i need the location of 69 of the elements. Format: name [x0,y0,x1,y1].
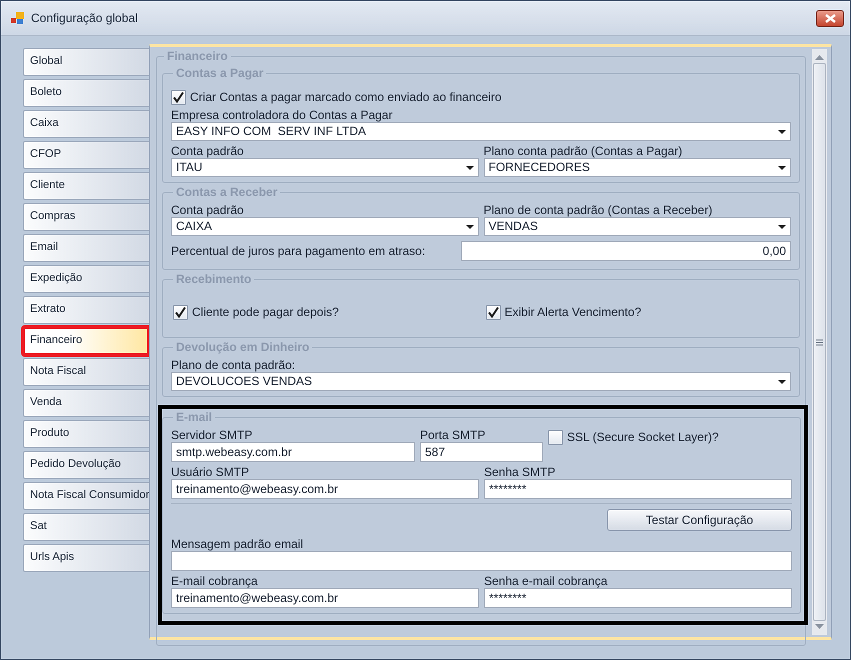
test-button[interactable]: Testar Configuração [607,509,792,531]
caret-icon [466,166,474,170]
window-title: Configuração global [31,10,138,26]
checkbox[interactable] [171,90,186,105]
sidebar-tab[interactable]: Expedição [23,265,149,293]
dropdown-field[interactable]: VENDAS [484,217,791,236]
checkbox-label: Cliente pode pagar depois? [192,305,339,320]
input-field[interactable]: 587 [420,442,543,462]
sidebar-tab[interactable]: Boleto [23,79,149,107]
scroll-up-icon[interactable] [815,54,824,60]
scroll-thumb[interactable] [813,63,826,621]
close-button[interactable] [816,10,844,26]
input-field[interactable]: ******** [484,588,792,608]
close-icon [824,14,836,22]
caret-icon [778,130,786,134]
field-label: Plano de conta padrão: [171,358,296,372]
sidebar-tab[interactable]: Urls Apis [23,544,149,572]
input-field[interactable]: treinamento@webeasy.com.br [171,588,479,608]
checkbox-label: Exibir Alerta Vencimento? [504,305,642,320]
dropdown-field[interactable]: CAIXA [171,217,478,236]
sidebar-tab[interactable]: Nota Fiscal [23,358,149,386]
field-label: Plano conta padrão (Contas a Pagar) [484,144,682,158]
sidebar-tab[interactable]: Cliente [23,172,149,200]
sidebar-tab[interactable]: Financeiro [23,327,149,355]
field-label: Mensagem padrão email [171,537,304,551]
checkbox-label: SSL (Secure Socket Layer)? [567,430,719,445]
input-field[interactable]: smtp.webeasy.com.br [171,442,415,462]
caret-icon [466,224,474,228]
caret-icon [778,224,786,228]
input-field[interactable]: 0,00 [461,241,791,261]
grip-icon [816,338,823,346]
caret-icon [778,380,786,384]
dropdown-field[interactable]: DEVOLUCOES VENDAS [171,372,791,391]
input-field[interactable] [171,551,792,571]
sidebar-tab[interactable]: Sat [23,513,149,541]
field-label: Conta padrão [171,144,244,158]
field-label: Conta padrão [171,203,244,217]
scroll-down-icon[interactable] [815,624,824,630]
dropdown-field[interactable]: EASY INFO COM SERV INF LTDA [171,122,791,141]
field-label: Usuário SMTP [171,465,250,479]
field-label: E-mail cobrança [171,574,258,588]
app-icon [11,11,25,25]
sidebar-tab[interactable]: Pedido Devolução [23,451,149,479]
sidebar-tab[interactable]: Extrato [23,296,149,324]
field-label: Porta SMTP [420,428,486,442]
sidebar-tab[interactable]: Email [23,234,149,262]
input-field[interactable]: treinamento@webeasy.com.br [171,479,479,499]
sidebar-tab[interactable]: Nota Fiscal Consumidor [23,482,149,510]
input-field[interactable]: ******** [484,479,792,499]
field-label: Senha SMTP [484,465,556,479]
sidebar-tab[interactable]: CFOP [23,141,149,169]
field-label: Empresa controladora do Contas a Pagar [171,108,392,122]
dropdown-field[interactable]: FORNECEDORES [484,158,791,177]
field-label: Plano de conta padrão (Contas a Receber) [484,203,712,217]
checkbox[interactable] [173,305,188,320]
caret-icon [778,166,786,170]
field-label: Servidor SMTP [171,428,252,442]
field-label: Percentual de juros para pagamento em atraso: [171,244,426,258]
dropdown-field[interactable]: ITAU [171,158,478,177]
field-label: Senha e-mail cobrança [484,574,608,588]
checkbox[interactable] [548,430,563,445]
scrollbar[interactable] [812,49,827,635]
checkbox[interactable] [486,305,500,320]
sidebar-tab[interactable]: Produto [23,420,149,448]
sidebar-tab[interactable]: Venda [23,389,149,417]
sidebar-tab[interactable]: Global [23,48,149,76]
sidebar-tab[interactable]: Compras [23,203,149,231]
sidebar-tab[interactable]: Caixa [23,110,149,138]
checkbox-label: Criar Contas a pagar marcado como enviado ao financeiro [190,90,502,105]
